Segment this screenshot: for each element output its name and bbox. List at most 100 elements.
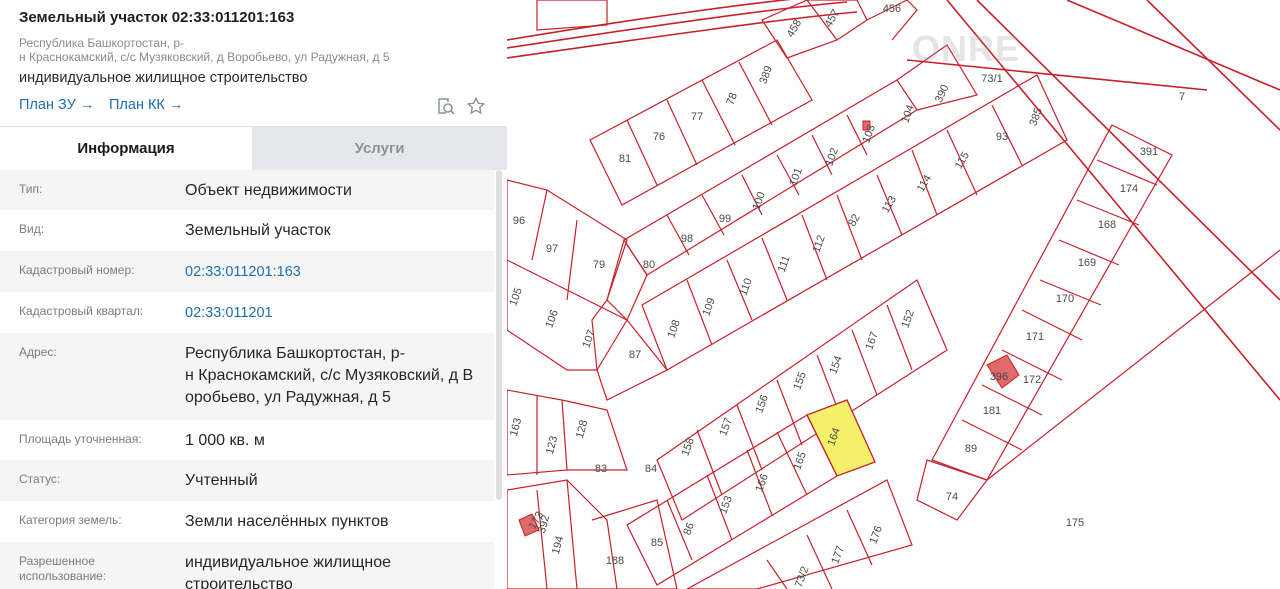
parcel-number-label: 87: [629, 349, 641, 361]
info-row-type: Тип: Объект недвижимости: [0, 170, 494, 210]
address-line: н Краснокамский, с/с Музяковский, д Воро…: [19, 50, 390, 64]
field-value: индивидуальное жилищное строительство: [185, 552, 490, 589]
parcel-number-label: 111: [776, 254, 793, 274]
field-value-wrap: 02:33:011201:163: [185, 261, 490, 283]
info-row-area: Площадь уточненная: 1 000 кв. м: [0, 420, 494, 460]
parcel-number-label: 114: [915, 173, 934, 194]
parcel-number-label: 107: [580, 328, 598, 349]
parcel-outline: [507, 179, 628, 371]
cadastral-number-link[interactable]: 02:33:011201:163: [185, 264, 301, 280]
tab-information[interactable]: Информация: [0, 127, 252, 170]
search-map-icon[interactable]: [436, 96, 456, 116]
parcel-number-label: 84: [645, 463, 657, 475]
parcel-number-label: 97: [546, 243, 558, 255]
field-value: Земельный участок: [185, 222, 331, 239]
address-value-line: Республика Башкортостан, р-: [185, 345, 406, 362]
parcel-number-label: 73/2: [793, 565, 812, 589]
parcel-number-label: 163: [508, 417, 524, 438]
parcel-number-label: 79: [593, 259, 605, 271]
parcel-number-label: 165: [791, 450, 809, 471]
parcel-outline: [916, 459, 988, 521]
info-row-cadastral-quarter: Кадастровый квартал: 02:33:011201: [0, 292, 494, 333]
selected-parcel-163[interactable]: [806, 399, 876, 477]
parcel-number-label: 112: [811, 234, 828, 255]
address-value-line: оробьево, ул Радужная, д 5: [185, 389, 391, 406]
plan-zu-link[interactable]: План ЗУ →: [19, 97, 94, 113]
info-row-address: Адрес: Республика Башкортостан, р- н Кра…: [0, 333, 494, 420]
cadastral-map[interactable]: 458 457 456 389 78 77 76 81 73/1 390 104 103 102 101 1…: [507, 0, 1280, 589]
value-line: строительство: [185, 576, 293, 589]
info-row-permitted-use: Разрешенное использование: индивидуально…: [0, 542, 494, 589]
info-panel: Земельный участок 02:33:011201:163 Респу…: [0, 0, 507, 589]
field-value: Республика Башкортостан, р- н Краснокамс…: [185, 343, 490, 409]
parcel-number-label: 177: [829, 544, 847, 565]
parcel-outline: [536, 0, 608, 31]
object-address: Республика Башкортостан, р- н Краснокамс…: [19, 36, 439, 64]
field-value: Земли населённых пунктов: [185, 513, 389, 530]
field-label: Разрешенное использование:: [19, 554, 169, 584]
road-line: [976, 0, 1280, 301]
road-line: [1066, 0, 1280, 91]
parcel-number-label: 109: [700, 296, 718, 317]
parcel-number-label: 83: [595, 463, 607, 475]
field-label: Статус:: [19, 472, 61, 486]
field-label: Вид:: [19, 222, 45, 236]
parcel-number-label: 156: [753, 393, 771, 414]
field-value: Объект недвижимости: [185, 182, 352, 199]
parcel-number-label: 110: [738, 277, 755, 298]
parcel-outline: [623, 79, 918, 276]
field-label: Категория земель:: [19, 513, 122, 527]
parcel-number-label: 176: [867, 524, 885, 545]
tab-bar: Информация Услуги: [0, 127, 507, 170]
parcel-number-label: 76: [653, 131, 665, 143]
parcel-number-label: 172: [1023, 374, 1041, 386]
parcel-number-label: 169: [1078, 257, 1096, 269]
parcel-number-label: 154: [827, 354, 845, 375]
parcel-outline: [591, 499, 678, 589]
field-label: Тип:: [19, 182, 43, 196]
info-row-status: Статус: Учтенный: [0, 460, 494, 501]
parcel-number-label: 77: [691, 111, 703, 123]
parcel-number-label: 105: [507, 286, 525, 307]
page-title: Земельный участок 02:33:011201:163: [19, 9, 295, 26]
parcel-number-label: 100: [750, 190, 768, 211]
parcel-number-label: 80: [643, 259, 655, 271]
plan-kk-link[interactable]: План КК →: [109, 97, 183, 113]
parcel-number-label: 96: [513, 215, 525, 227]
parcel-outline: [606, 238, 648, 322]
parcel-number-label: 168: [1098, 219, 1116, 231]
watermark-logo: ONRE: [912, 28, 1021, 69]
parcel-number-label: 115: [953, 150, 972, 171]
scrollbar[interactable]: [496, 170, 502, 500]
panel-header: Земельный участок 02:33:011201:163 Респу…: [0, 0, 507, 127]
parcel-number-label: 85: [651, 537, 663, 549]
parcel-number-label: 152: [899, 308, 917, 329]
parcel-number-label: 102: [823, 146, 841, 167]
parcel-outline: [507, 479, 618, 589]
label-line: использование:: [19, 569, 107, 583]
cadastral-quarter-link[interactable]: 02:33:011201: [185, 305, 273, 321]
parcel-number-label: 7: [1179, 91, 1185, 103]
parcel-number-label: 101: [787, 166, 805, 187]
parcel-number-label: 78: [724, 91, 739, 107]
info-row-kind: Вид: Земельный участок: [0, 210, 494, 251]
permitted-use: индивидуальное жилищное строительство: [19, 70, 308, 86]
info-row-land-category: Категория земель: Земли населённых пункт…: [0, 501, 494, 542]
address-line: Республика Башкортостан, р-: [19, 36, 185, 50]
parcel-number-label: 385: [1027, 106, 1045, 127]
parcel-number-label: 123: [544, 435, 560, 456]
parcel-number-label: 86: [681, 521, 696, 537]
field-value: 1 000 кв. м: [185, 432, 265, 449]
map-canvas[interactable]: 458 457 4563897877768173/13901041031021011…: [507, 0, 1280, 589]
parcel-number-label: 128: [574, 419, 590, 440]
parcel-number-label: 170: [1056, 293, 1074, 305]
parcel-number-label: 171: [1026, 331, 1044, 343]
parcel-number-label: 113: [880, 194, 899, 215]
parcel-number-label: 391: [1140, 146, 1158, 158]
parcel-number-label: 181: [983, 405, 1001, 417]
parcel-number-label: 155: [791, 370, 809, 391]
parcel-number-label: 98: [681, 233, 693, 245]
tab-services[interactable]: Услуги: [252, 127, 507, 170]
star-icon[interactable]: [466, 96, 486, 116]
parcel-number-label: 104: [899, 103, 917, 124]
